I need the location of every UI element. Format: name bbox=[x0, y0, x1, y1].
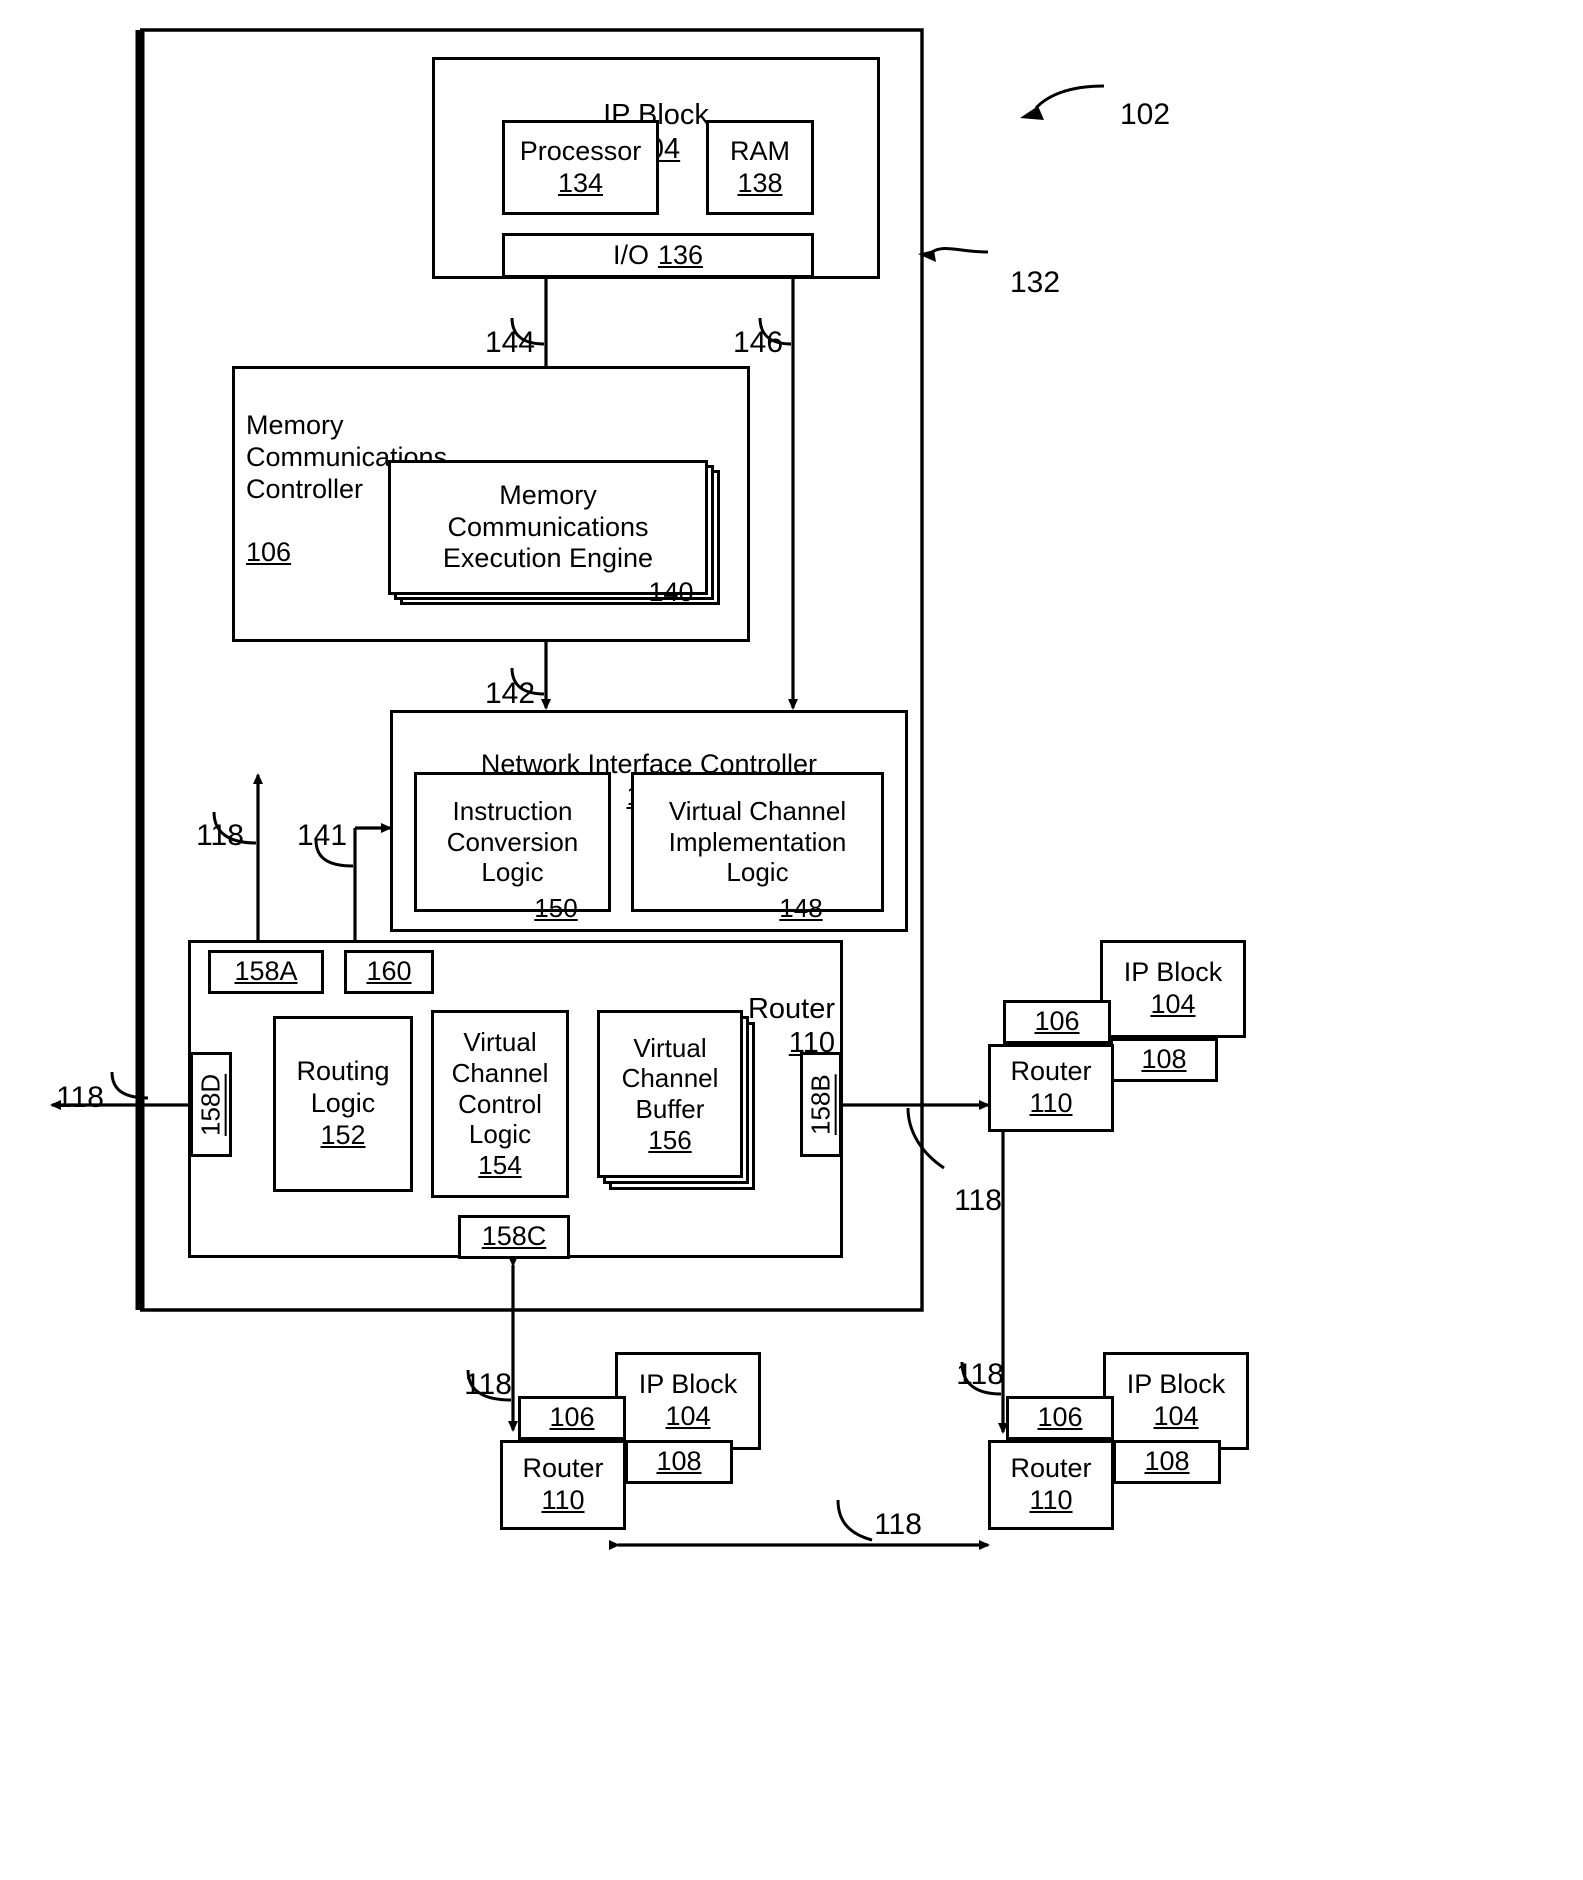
neighbor-right-nic: 108 bbox=[1110, 1038, 1218, 1082]
neighbor-right-ip-block-ref: 104 bbox=[1150, 989, 1196, 1019]
neighbor-bl-router-ref: 110 bbox=[541, 1485, 585, 1515]
ref-142: 142 bbox=[484, 677, 536, 711]
neighbor-bottom-left-router: Router 110 bbox=[500, 1440, 626, 1530]
ref-144: 144 bbox=[484, 326, 536, 360]
router-port-158b: 158B bbox=[800, 1052, 842, 1157]
neighbor-right-router-label: Router bbox=[1010, 1056, 1092, 1087]
ref-118-right: 118 bbox=[954, 1184, 1002, 1218]
ref-118-south: 118 bbox=[464, 1368, 512, 1402]
neighbor-right-ip-block-label: IP Block bbox=[1123, 957, 1223, 988]
neighbor-right-ip-block: IP Block 104 bbox=[1100, 940, 1246, 1038]
vc-control-logic-ref: 154 bbox=[478, 1150, 522, 1180]
neighbor-bl-ip-block-label: IP Block bbox=[638, 1369, 738, 1400]
io-label: I/O bbox=[612, 239, 649, 270]
mcee-label: Memory Communications Execution Engine bbox=[442, 479, 654, 574]
ref-102: 102 bbox=[1119, 98, 1171, 132]
router-port-160: 160 bbox=[344, 950, 434, 994]
ram-ref: 138 bbox=[737, 167, 783, 198]
neighbor-right-router-ref: 110 bbox=[1029, 1088, 1073, 1118]
neighbor-bottom-left-mcc: 106 bbox=[518, 1396, 626, 1440]
vc-buffer-ref: 156 bbox=[648, 1124, 692, 1155]
vc-buffer-label: Virtual Channel Buffer bbox=[621, 1032, 719, 1124]
mcee-ref: 140 bbox=[648, 576, 694, 607]
figure-canvas: IP Block 104 Processor 134 RAM 138 I/O 1… bbox=[0, 0, 1583, 1880]
processor-label: Processor bbox=[519, 135, 642, 166]
ref-118-nic-up: 118 bbox=[196, 819, 244, 853]
virtual-channel-buffer-156: Virtual Channel Buffer 156 bbox=[597, 1010, 743, 1178]
ref-118-bottom: 118 bbox=[874, 1508, 922, 1542]
neighbor-right-router: Router 110 bbox=[988, 1044, 1114, 1132]
neighbor-bottom-right-router: Router 110 bbox=[988, 1440, 1114, 1530]
routing-logic-152: Routing Logic 152 bbox=[273, 1016, 413, 1192]
neighbor-br-ip-block-label: IP Block bbox=[1126, 1369, 1226, 1400]
vc-control-logic-label: Virtual Channel Control Logic bbox=[451, 1027, 549, 1150]
neighbor-br-router-label: Router bbox=[1010, 1453, 1092, 1484]
routing-logic-ref: 152 bbox=[320, 1119, 366, 1150]
routing-logic-label: Routing Logic bbox=[296, 1056, 390, 1119]
ref-118-right-vertical: 118 bbox=[956, 1358, 1004, 1392]
ref-141: 141 bbox=[296, 819, 348, 853]
ram-label: RAM bbox=[730, 135, 790, 166]
instruction-conversion-logic-ref: 150 bbox=[534, 892, 578, 923]
processor-ref: 134 bbox=[557, 167, 604, 198]
io-ref: 136 bbox=[657, 239, 704, 270]
neighbor-bl-router-label: Router bbox=[522, 1453, 604, 1484]
router-title-text: Router bbox=[747, 993, 835, 1026]
processor-box: Processor 134 bbox=[502, 120, 659, 215]
ref-118-left: 118 bbox=[56, 1081, 104, 1115]
neighbor-bottom-left-nic: 108 bbox=[625, 1440, 733, 1484]
mcc-title-ref: 106 bbox=[246, 537, 292, 568]
neighbor-bottom-right-mcc: 106 bbox=[1006, 1396, 1114, 1440]
neighbor-bl-ip-block-ref: 104 bbox=[665, 1401, 711, 1431]
virtual-channel-control-logic-154: Virtual Channel Control Logic 154 bbox=[431, 1010, 569, 1198]
io-box: I/O 136 bbox=[502, 233, 814, 278]
neighbor-bottom-left-ip-block: IP Block 104 bbox=[615, 1352, 761, 1450]
virtual-channel-implementation-logic-148: Virtual Channel Implementation Logic bbox=[631, 772, 884, 912]
neighbor-right-mcc: 106 bbox=[1003, 1000, 1111, 1044]
ref-146: 146 bbox=[732, 326, 784, 360]
ram-box: RAM 138 bbox=[706, 120, 814, 215]
neighbor-bottom-right-nic: 108 bbox=[1113, 1440, 1221, 1484]
neighbor-bottom-right-ip-block: IP Block 104 bbox=[1103, 1352, 1249, 1450]
neighbor-br-ip-block-ref: 104 bbox=[1153, 1401, 1199, 1431]
ref-132: 132 bbox=[1009, 266, 1061, 300]
router-port-158c: 158C bbox=[458, 1215, 570, 1259]
router-port-158d: 158D bbox=[190, 1052, 232, 1157]
virtual-channel-implementation-logic-ref: 148 bbox=[779, 892, 823, 923]
neighbor-br-router-ref: 110 bbox=[1029, 1485, 1073, 1515]
router-port-158a: 158A bbox=[208, 950, 324, 994]
